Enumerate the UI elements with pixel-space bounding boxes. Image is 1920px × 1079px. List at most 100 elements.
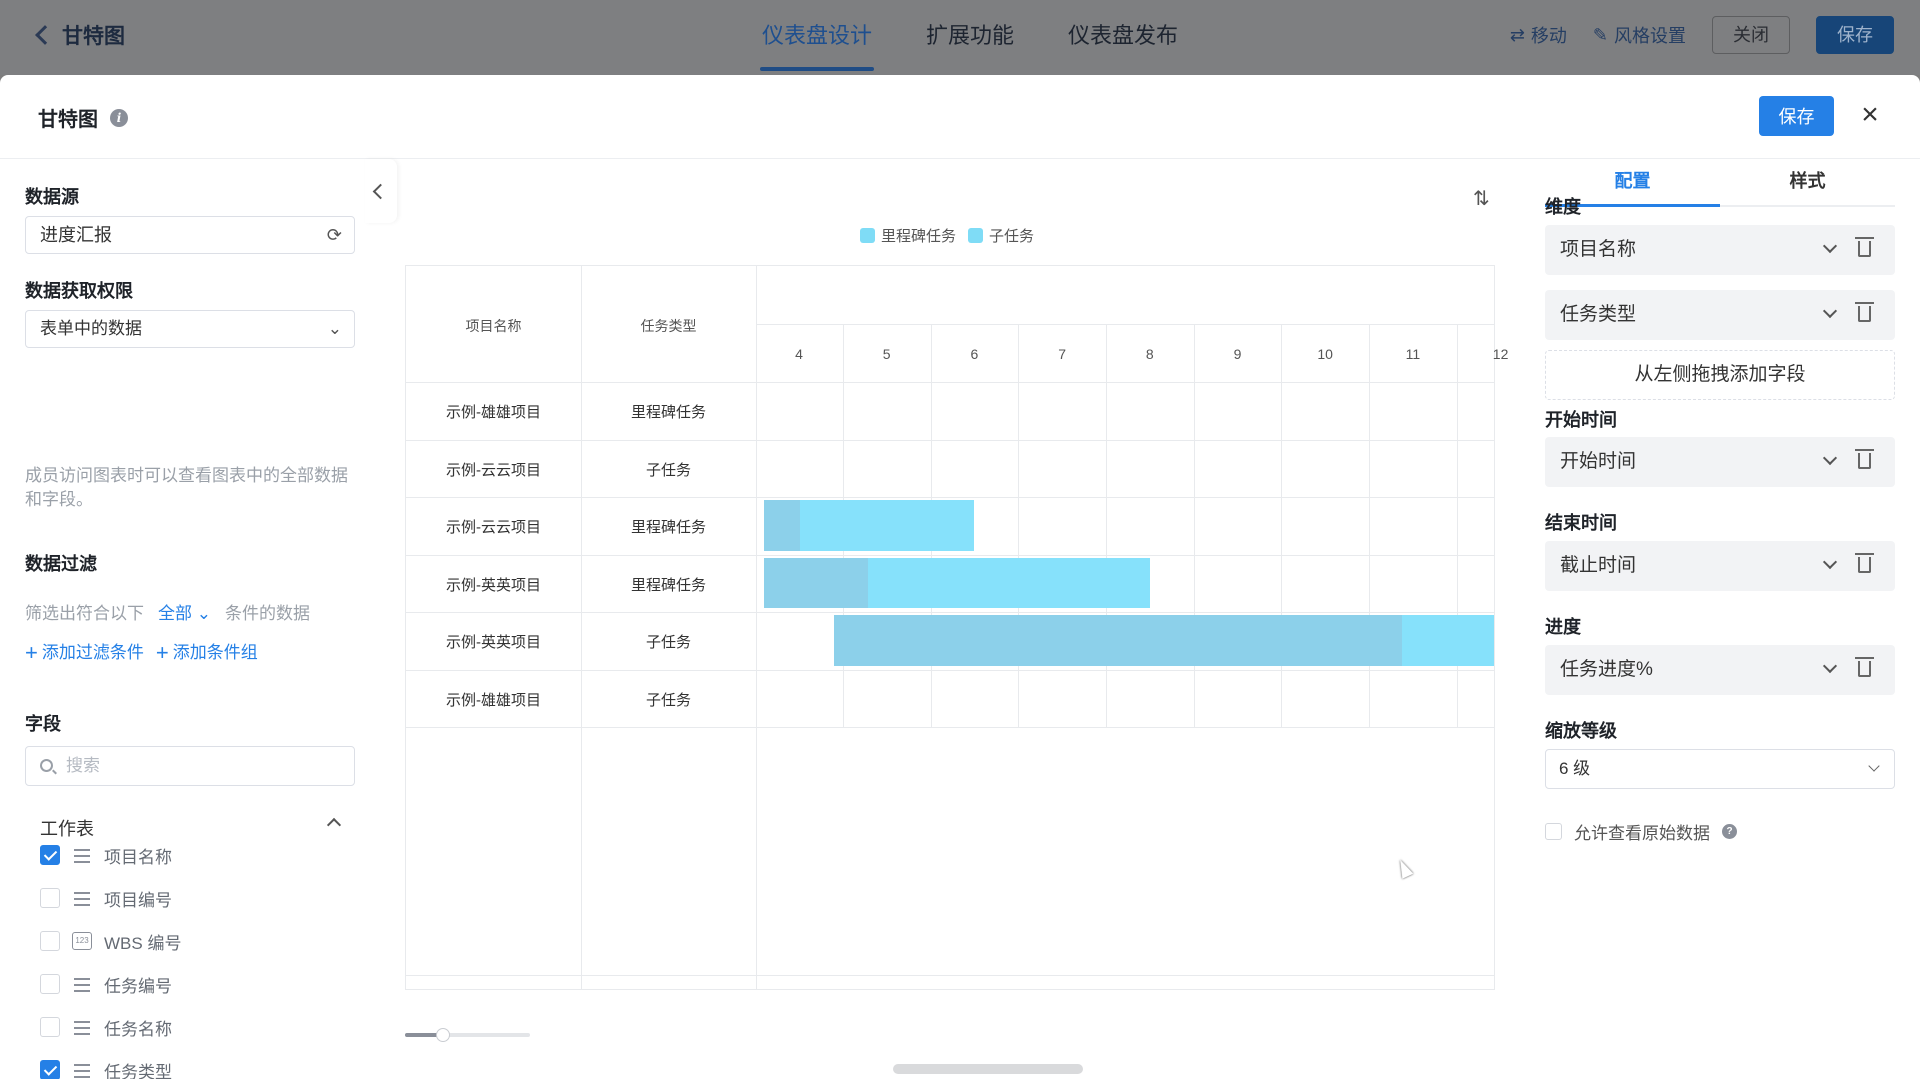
- grid-line: [1281, 324, 1283, 727]
- grid-line: [1105, 324, 1107, 727]
- info-icon[interactable]: i: [110, 108, 128, 127]
- trash-icon[interactable]: [1855, 657, 1874, 677]
- permission-select[interactable]: 表单中的数据 ⌄: [25, 310, 355, 348]
- text-field-icon: [72, 1061, 92, 1079]
- field-item[interactable]: 任务名称: [40, 1012, 172, 1042]
- field-item[interactable]: 项目编号: [40, 883, 172, 913]
- field-label: 项目编号: [104, 890, 172, 910]
- datasource-select[interactable]: 进度汇报 ⟳: [25, 216, 355, 254]
- allow-raw-data-label: 允许查看原始数据: [1574, 824, 1710, 843]
- field-checkbox[interactable]: [40, 1060, 60, 1079]
- filter-title: 数据过滤: [25, 554, 97, 574]
- grid-line: [581, 266, 582, 989]
- trash-icon[interactable]: [1855, 449, 1874, 469]
- worksheet-group-header[interactable]: 工作表: [40, 815, 345, 841]
- text-field-icon: [72, 1018, 92, 1036]
- chevron-down-icon[interactable]: [1822, 658, 1838, 674]
- field-checkbox[interactable]: [40, 888, 60, 908]
- zoom-slider-handle[interactable]: [435, 1028, 450, 1042]
- field-item[interactable]: 项目名称: [40, 840, 172, 870]
- chevron-left-icon: [372, 183, 389, 200]
- filter-actions: + 添加过滤条件 + 添加条件组: [25, 638, 258, 666]
- field-item[interactable]: 任务编号: [40, 969, 172, 999]
- legend-item[interactable]: 里程碑任务: [860, 225, 956, 246]
- tab-dashboard-design[interactable]: 仪表盘设计: [760, 0, 875, 75]
- legend-label: 子任务: [989, 228, 1035, 245]
- row-project-name: 示例-雄雄项目: [446, 691, 541, 709]
- chevron-down-icon[interactable]: [1822, 450, 1838, 466]
- gantt-bar-progress: [763, 557, 869, 608]
- move-button[interactable]: ⇄ 移动: [1510, 22, 1567, 48]
- end-time-field[interactable]: 截止时间: [1545, 541, 1895, 591]
- sort-icon[interactable]: ⇅: [1473, 186, 1490, 211]
- dimension-field-1[interactable]: 项目名称: [1545, 225, 1895, 275]
- worksheet-label: 工作表: [40, 819, 94, 839]
- chevron-down-icon[interactable]: [1822, 303, 1838, 319]
- config-tabs: 配置 样式: [1545, 159, 1895, 207]
- grid-line: [406, 669, 1494, 671]
- row-task-type: 里程碑任务: [630, 404, 706, 421]
- style-settings-label: 风格设置: [1614, 26, 1686, 46]
- tab-extensions[interactable]: 扩展功能: [924, 0, 1016, 75]
- add-filter-condition-button[interactable]: + 添加过滤条件: [25, 638, 144, 666]
- help-icon[interactable]: ?: [1722, 824, 1737, 839]
- trash-icon[interactable]: [1855, 302, 1874, 322]
- field-checkbox[interactable]: [40, 931, 60, 951]
- drop-field-zone[interactable]: 从左侧拖拽添加字段: [1545, 350, 1895, 400]
- trash-icon[interactable]: [1855, 237, 1874, 257]
- swap-arrows-icon: ⇄: [1509, 24, 1525, 45]
- top-save-button[interactable]: 保存: [1816, 16, 1894, 54]
- start-time-label: 开始时间: [1560, 451, 1637, 472]
- close-button[interactable]: 关闭: [1712, 16, 1790, 54]
- dimension-field-2[interactable]: 任务类型: [1545, 290, 1895, 340]
- field-label: WBS 编号: [104, 933, 182, 953]
- zoom-level-select[interactable]: 6 级: [1545, 749, 1895, 789]
- field-checkbox[interactable]: [40, 845, 60, 865]
- chevron-down-icon[interactable]: [1822, 238, 1838, 254]
- grid-line: [406, 554, 1494, 556]
- dashboard-title: 甘特图: [62, 25, 125, 48]
- horizontal-scrollbar[interactable]: [893, 1064, 1083, 1074]
- row-task-type: 子任务: [645, 634, 691, 651]
- filter-mode-select[interactable]: 全部 ⌄: [158, 599, 211, 624]
- modal-header: 甘特图 i 保存 ×: [0, 75, 1920, 159]
- add-condition-group-button[interactable]: + 添加条件组: [156, 638, 258, 666]
- style-settings-button[interactable]: ✎ 风格设置: [1593, 22, 1686, 48]
- grid-line: [406, 612, 1494, 613]
- tab-style[interactable]: 样式: [1720, 159, 1895, 205]
- permission-title: 数据获取权限: [25, 281, 133, 301]
- back-button[interactable]: 甘特图: [30, 18, 125, 52]
- start-time-field[interactable]: 开始时间: [1545, 437, 1895, 487]
- plus-icon: +: [155, 640, 169, 665]
- search-icon: [40, 759, 53, 772]
- brush-icon: ✎: [1592, 24, 1608, 45]
- field-search-input[interactable]: 搜索: [25, 746, 355, 786]
- refresh-icon[interactable]: ⟳: [327, 217, 342, 253]
- legend-item[interactable]: 子任务: [968, 225, 1034, 246]
- allow-raw-data-option[interactable]: 允许查看原始数据 ?: [1545, 819, 1737, 844]
- field-item[interactable]: 123 WBS 编号: [40, 926, 181, 956]
- top-bar: 甘特图 仪表盘设计 扩展功能 仪表盘发布 ⇄ 移动 ✎ 风格设置 关闭 保存: [0, 0, 1920, 75]
- field-item[interactable]: 任务类型: [40, 1055, 172, 1079]
- end-time-title: 结束时间: [1545, 513, 1617, 533]
- progress-field[interactable]: 任务进度%: [1545, 645, 1895, 695]
- zoom-slider[interactable]: [405, 1028, 530, 1042]
- column-header-task-type: 任务类型: [640, 318, 697, 334]
- chevron-down-icon[interactable]: [1822, 554, 1838, 570]
- axis-tick-label: 6: [970, 346, 979, 362]
- modal-save-button[interactable]: 保存: [1759, 96, 1834, 136]
- field-checkbox[interactable]: [40, 1017, 60, 1037]
- grid-line: [406, 975, 1494, 976]
- trash-icon[interactable]: [1855, 553, 1874, 573]
- collapse-panel-button[interactable]: [365, 159, 397, 223]
- close-icon[interactable]: ×: [1855, 100, 1885, 131]
- grid-line: [1369, 324, 1371, 727]
- dimension-title: 维度: [1545, 197, 1581, 217]
- chart-editor-modal: 甘特图 i 保存 × 数据源 进度汇报 ⟳ 数据获取权限 表单中的数据 ⌄ 成员…: [0, 75, 1920, 1079]
- allow-raw-data-checkbox[interactable]: [1545, 823, 1562, 840]
- chart-legend: 里程碑任务 子任务: [860, 225, 1034, 246]
- field-checkbox[interactable]: [40, 974, 60, 994]
- tab-dashboard-publish[interactable]: 仪表盘发布: [1066, 0, 1180, 75]
- axis-tick-label: 11: [1405, 346, 1421, 362]
- grid-line: [1193, 324, 1195, 727]
